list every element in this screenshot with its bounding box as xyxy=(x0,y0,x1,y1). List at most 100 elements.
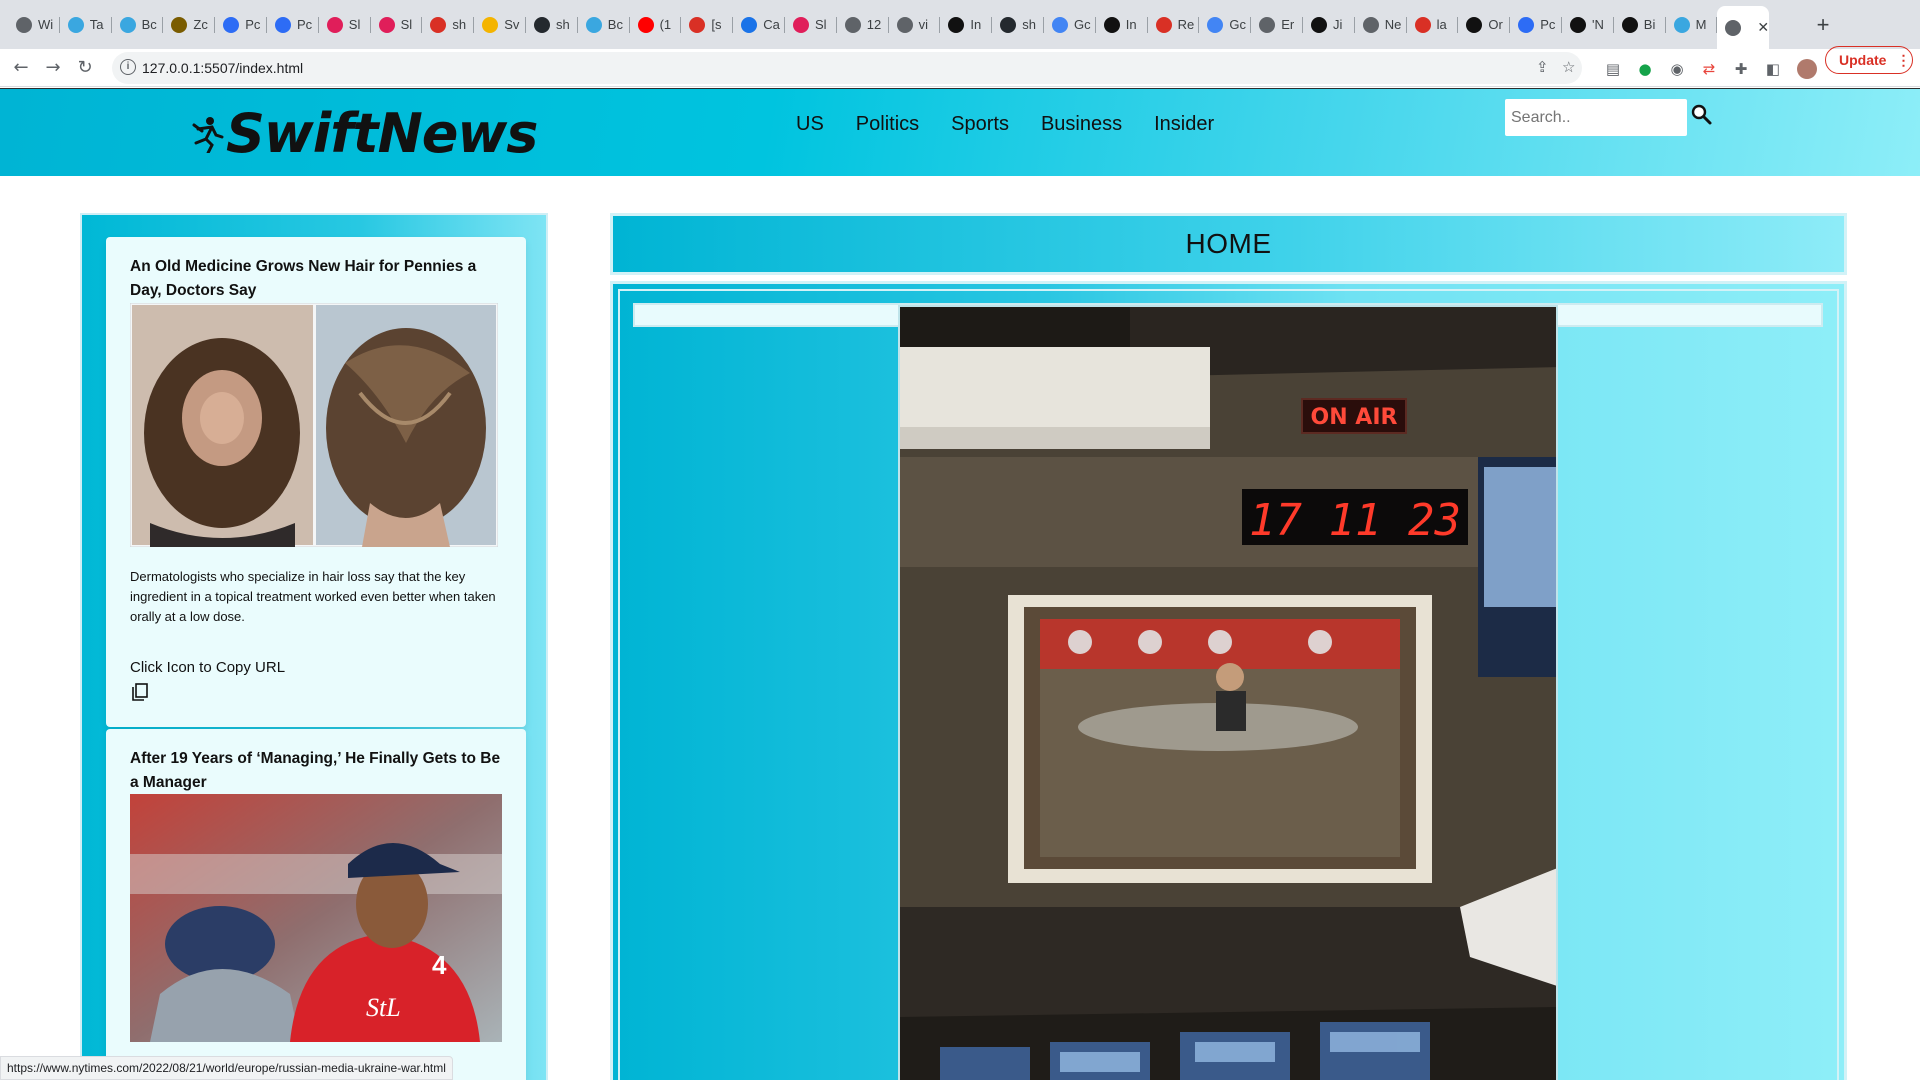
browser-tab[interactable]: Ca xyxy=(733,8,785,41)
browser-tab[interactable]: In xyxy=(940,8,993,41)
browser-tab[interactable]: sh xyxy=(526,8,578,41)
copy-icon[interactable] xyxy=(132,683,148,701)
tab-label: Ca xyxy=(763,17,780,32)
browser-toolbar: ← → ↻ i 127.0.0.1:5507/index.html ⇪ ☆ ▤ … xyxy=(0,49,1920,87)
browser-tab[interactable]: Sl xyxy=(371,8,423,41)
browser-tab[interactable]: Sv xyxy=(474,8,526,41)
address-url[interactable]: 127.0.0.1:5507/index.html xyxy=(142,60,303,76)
new-tab-button[interactable]: + xyxy=(1809,12,1837,40)
tab-label: Ji xyxy=(1333,17,1343,32)
tab-label: Sl xyxy=(815,17,827,32)
article-image-hair[interactable] xyxy=(130,303,498,547)
circle-icon xyxy=(741,16,758,33)
tab-label: Ta xyxy=(89,17,104,32)
tab-label: vi xyxy=(918,17,928,32)
browser-tab[interactable]: Re xyxy=(1148,8,1200,41)
reload-icon[interactable]: ↻ xyxy=(72,56,98,82)
browser-tab-strip: Wi Ta Bc Zc Pc Pc Sl Sl sh Sv sh Bc (1 [s Ca Sl 12 vi In sh… xyxy=(0,0,1920,49)
browser-tab[interactable]: Bc xyxy=(578,8,630,41)
hero-image[interactable]: ON AIR 17 11 23 xyxy=(898,305,1558,1080)
gmail-icon xyxy=(430,16,447,33)
article-sidebar: An Old Medicine Grows New Hair for Penni… xyxy=(80,213,548,1080)
site-logo[interactable]: SwiftNews xyxy=(190,95,538,171)
svg-text:StL: StL xyxy=(366,993,401,1022)
browser-tab[interactable]: Pc xyxy=(267,8,319,41)
article-image-baseball[interactable]: StL 4 xyxy=(130,794,502,1042)
tab-label: Sl xyxy=(400,17,413,32)
update-button[interactable]: Update ⋮ xyxy=(1825,46,1913,74)
nav-business[interactable]: Business xyxy=(1041,109,1122,139)
browser-tab[interactable]: Ta xyxy=(60,8,112,41)
tab-label: Pc xyxy=(1540,17,1556,32)
globe-icon xyxy=(1362,16,1379,33)
browser-tab[interactable]: Or xyxy=(1458,8,1511,41)
side-panel-icon[interactable]: ◧ xyxy=(1763,59,1783,79)
forward-icon[interactable]: → xyxy=(40,56,66,82)
more-menu-icon[interactable]: ⋮ xyxy=(1896,52,1910,69)
tab-label: 12 xyxy=(866,17,882,32)
page-viewport: SwiftNews US Politics Sports Business In… xyxy=(0,88,1920,1080)
article-title[interactable]: An Old Medicine Grows New Hair for Penni… xyxy=(130,255,510,303)
browser-tab[interactable]: Zc xyxy=(163,8,216,41)
browser-tab[interactable]: Sl xyxy=(785,8,837,41)
gmail-icon xyxy=(1414,16,1431,33)
on-air-sign: ON AIR xyxy=(1311,405,1398,430)
share-icon[interactable]: ⇪ xyxy=(1536,58,1549,76)
browser-tab[interactable]: M xyxy=(1666,8,1718,41)
browser-tab[interactable]: Gc xyxy=(1044,8,1096,41)
browser-tab[interactable]: Bi xyxy=(1614,8,1666,41)
grammarly-icon[interactable]: ● xyxy=(1635,59,1655,79)
wave-icon xyxy=(585,16,602,33)
article-title[interactable]: After 19 Years of ‘Managing,’ He Finally… xyxy=(130,747,510,795)
youtube-icon xyxy=(637,16,654,33)
search-input[interactable] xyxy=(1505,99,1687,136)
browser-tab[interactable]: Er xyxy=(1251,8,1303,41)
browser-tab[interactable]: (1 xyxy=(630,8,682,41)
tab-label: Ne xyxy=(1384,17,1402,32)
wave-icon xyxy=(1673,16,1690,33)
browser-tab[interactable]: Bc xyxy=(112,8,164,41)
browser-tab[interactable]: Pc xyxy=(215,8,267,41)
browser-tab[interactable]: sh xyxy=(422,8,475,41)
browser-tab[interactable]: Gc xyxy=(1199,8,1252,41)
browser-tab[interactable]: Ji xyxy=(1303,8,1355,41)
tab-label: [s xyxy=(711,17,722,32)
tab-label: (1 xyxy=(659,17,672,32)
gmail-icon xyxy=(689,16,706,33)
active-browser-tab[interactable]: ✕ xyxy=(1717,6,1770,49)
browser-tab[interactable]: la xyxy=(1407,8,1459,41)
nav-politics[interactable]: Politics xyxy=(856,109,919,139)
close-tab-icon[interactable]: ✕ xyxy=(1757,19,1769,36)
browser-tab[interactable]: Ne xyxy=(1355,8,1407,41)
browser-tab[interactable]: sh xyxy=(992,8,1044,41)
extensions-puzzle-icon[interactable]: ✚ xyxy=(1731,59,1751,79)
address-bar[interactable]: i 127.0.0.1:5507/index.html ⇪ ☆ xyxy=(112,52,1582,84)
extension-arrows-icon[interactable]: ⇄ xyxy=(1699,59,1719,79)
back-icon[interactable]: ← xyxy=(8,56,34,82)
browser-tab[interactable]: Wi xyxy=(8,8,60,41)
logo-text: SwiftNews xyxy=(226,101,538,165)
browser-tab[interactable]: Sl xyxy=(319,8,371,41)
site-info-icon[interactable]: i xyxy=(120,59,136,75)
article-card[interactable]: An Old Medicine Grows New Hair for Penni… xyxy=(106,237,526,727)
camera-icon[interactable]: ◉ xyxy=(1667,59,1687,79)
browser-tab[interactable]: vi xyxy=(889,8,941,41)
tab-label: Pc xyxy=(245,17,261,32)
profile-avatar[interactable] xyxy=(1797,59,1817,79)
browser-tab[interactable]: 'N xyxy=(1562,8,1614,41)
article-card[interactable]: After 19 Years of ‘Managing,’ He Finally… xyxy=(106,729,526,1080)
tab-label: Wi xyxy=(38,17,54,32)
browser-tab[interactable]: Pc xyxy=(1510,8,1562,41)
tab-label: Bi xyxy=(1643,17,1656,32)
browser-tab[interactable]: 12 xyxy=(837,8,889,41)
tab-label: Bc xyxy=(607,17,623,32)
bookmark-star-icon[interactable]: ☆ xyxy=(1562,58,1575,76)
nav-insider[interactable]: Insider xyxy=(1154,109,1214,139)
reader-mode-icon[interactable]: ▤ xyxy=(1603,59,1623,79)
nav-us[interactable]: US xyxy=(796,109,824,139)
browser-tab[interactable]: In xyxy=(1096,8,1148,41)
nav-sports[interactable]: Sports xyxy=(951,109,1009,139)
google-icon xyxy=(1052,16,1068,33)
browser-tab[interactable]: [s xyxy=(681,8,734,41)
search-icon[interactable] xyxy=(1690,103,1714,127)
